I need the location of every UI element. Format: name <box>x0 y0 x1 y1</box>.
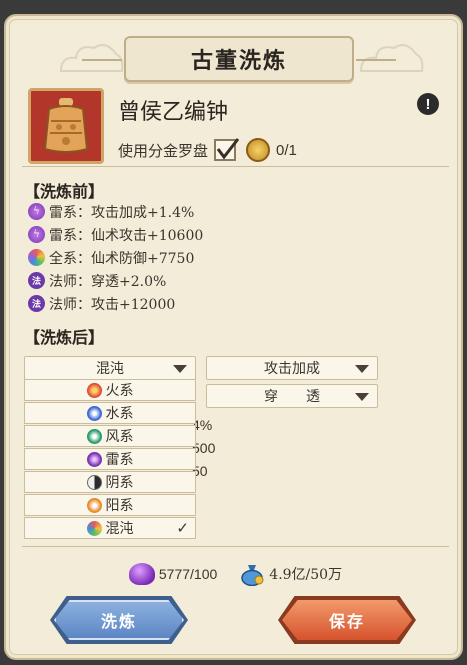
wind-icon <box>86 428 102 444</box>
checkmark-icon <box>216 138 240 160</box>
yin-icon <box>86 474 102 490</box>
attribute-dropdown-1-value: 攻击加成 <box>264 361 320 377</box>
menu-item-fire[interactable]: 火系 <box>24 379 196 401</box>
menu-item-label: 阳系 <box>105 498 134 514</box>
stat-row: 法 法师：穿透+2.0% <box>28 269 203 292</box>
divider <box>22 546 449 547</box>
water-icon <box>86 405 102 421</box>
fa-icon: 法 <box>28 272 45 289</box>
menu-item-thunder[interactable]: 雷系 <box>24 448 196 470</box>
bronze-bell-icon <box>43 98 89 153</box>
all-element-icon <box>28 249 45 266</box>
stat-row: 全系：仙术防御+7750 <box>28 246 203 269</box>
divider <box>22 166 449 167</box>
compass-icon <box>246 138 271 162</box>
menu-item-label: 水系 <box>105 406 134 422</box>
use-compass-checkbox[interactable] <box>214 138 240 161</box>
wash-button[interactable]: 洗炼 <box>54 600 184 640</box>
chevron-down-icon <box>173 365 187 373</box>
gem-resource-value: 5777/100 <box>158 566 218 582</box>
stat-text: 法师：穿透+2.0% <box>49 273 167 290</box>
stat-text: 雷系：攻击加成+1.4% <box>49 204 195 221</box>
chevron-down-icon <box>355 393 369 401</box>
chaos-icon <box>86 520 102 536</box>
element-dropdown-menu: 火系 水系 风系 雷系 阴系 阳系 混沌 ✓ <box>24 379 196 540</box>
checkmark-icon: ✓ <box>176 519 189 537</box>
page-title: 古董洗炼 <box>190 48 287 74</box>
menu-item-label: 阴系 <box>105 475 134 491</box>
stat-row: ϟ 雷系：仙术攻击+10600 <box>28 223 203 246</box>
compass-count: 0/1 <box>276 141 297 159</box>
cloud-decoration-right <box>359 44 424 72</box>
menu-item-label: 风系 <box>105 429 134 445</box>
attribute-dropdown-2[interactable]: 穿 透 <box>206 384 378 408</box>
menu-item-wind[interactable]: 风系 <box>24 425 196 447</box>
thunder-icon <box>86 451 102 467</box>
after-heading: 【洗炼后】 <box>24 328 105 347</box>
resource-bar: 5777/100 4.9亿/50万 <box>6 562 461 586</box>
fire-icon <box>86 382 102 398</box>
attribute-dropdown-1[interactable]: 攻击加成 <box>206 356 378 380</box>
thunder-icon: ϟ <box>28 226 45 243</box>
purple-gem-icon <box>128 563 155 585</box>
attribute-dropdown-2-value: 穿 透 <box>264 389 320 405</box>
fa-icon: 法 <box>28 295 45 312</box>
use-compass-row: 使用分金罗盘 0/1 <box>118 138 297 162</box>
menu-item-yin[interactable]: 阴系 <box>24 471 196 493</box>
item-name: 曾侯乙编钟 <box>118 100 229 125</box>
menu-item-chaos[interactable]: 混沌 ✓ <box>24 517 196 539</box>
cloud-decoration-left <box>59 44 124 72</box>
menu-item-label: 火系 <box>105 383 134 399</box>
title-plate: 古董洗炼 <box>82 36 396 82</box>
menu-item-yang[interactable]: 阳系 <box>24 494 196 516</box>
use-compass-label: 使用分金罗盘 <box>118 141 209 160</box>
yang-icon <box>86 497 102 513</box>
element-dropdown-value: 混沌 <box>96 361 124 377</box>
item-slot[interactable] <box>28 88 104 164</box>
money-resource-value: 4.9亿/50万 <box>269 567 343 583</box>
money-bag-icon <box>241 565 264 586</box>
before-heading: 【洗炼前】 <box>24 182 105 201</box>
save-button[interactable]: 保存 <box>282 600 412 640</box>
menu-item-label: 混沌 <box>105 521 134 537</box>
thunder-icon: ϟ <box>28 203 45 220</box>
money-resource: 4.9亿/50万 <box>239 562 342 586</box>
menu-item-label: 雷系 <box>105 452 134 468</box>
stat-text: 法师：攻击+12000 <box>49 296 176 313</box>
stat-row: ϟ 雷系：攻击加成+1.4% <box>28 200 203 223</box>
stat-row: 法 法师：攻击+12000 <box>28 292 203 315</box>
before-stat-list: ϟ 雷系：攻击加成+1.4% ϟ 雷系：仙术攻击+10600 全系：仙术防御+7… <box>28 200 203 315</box>
exclamation-icon[interactable]: ! <box>417 93 439 115</box>
gem-resource: 5777/100 <box>128 563 218 585</box>
stat-text: 全系：仙术防御+7750 <box>49 250 195 267</box>
antique-refine-panel: 古董洗炼 曾侯乙编钟 ! 使用分金罗盘 0/1 【洗炼前】 ϟ 雷系：攻击加成+… <box>4 14 463 660</box>
stat-text: 雷系：仙术攻击+10600 <box>49 227 204 244</box>
menu-item-water[interactable]: 水系 <box>24 402 196 424</box>
chevron-down-icon <box>355 365 369 373</box>
element-dropdown[interactable]: 混沌 <box>24 356 196 380</box>
